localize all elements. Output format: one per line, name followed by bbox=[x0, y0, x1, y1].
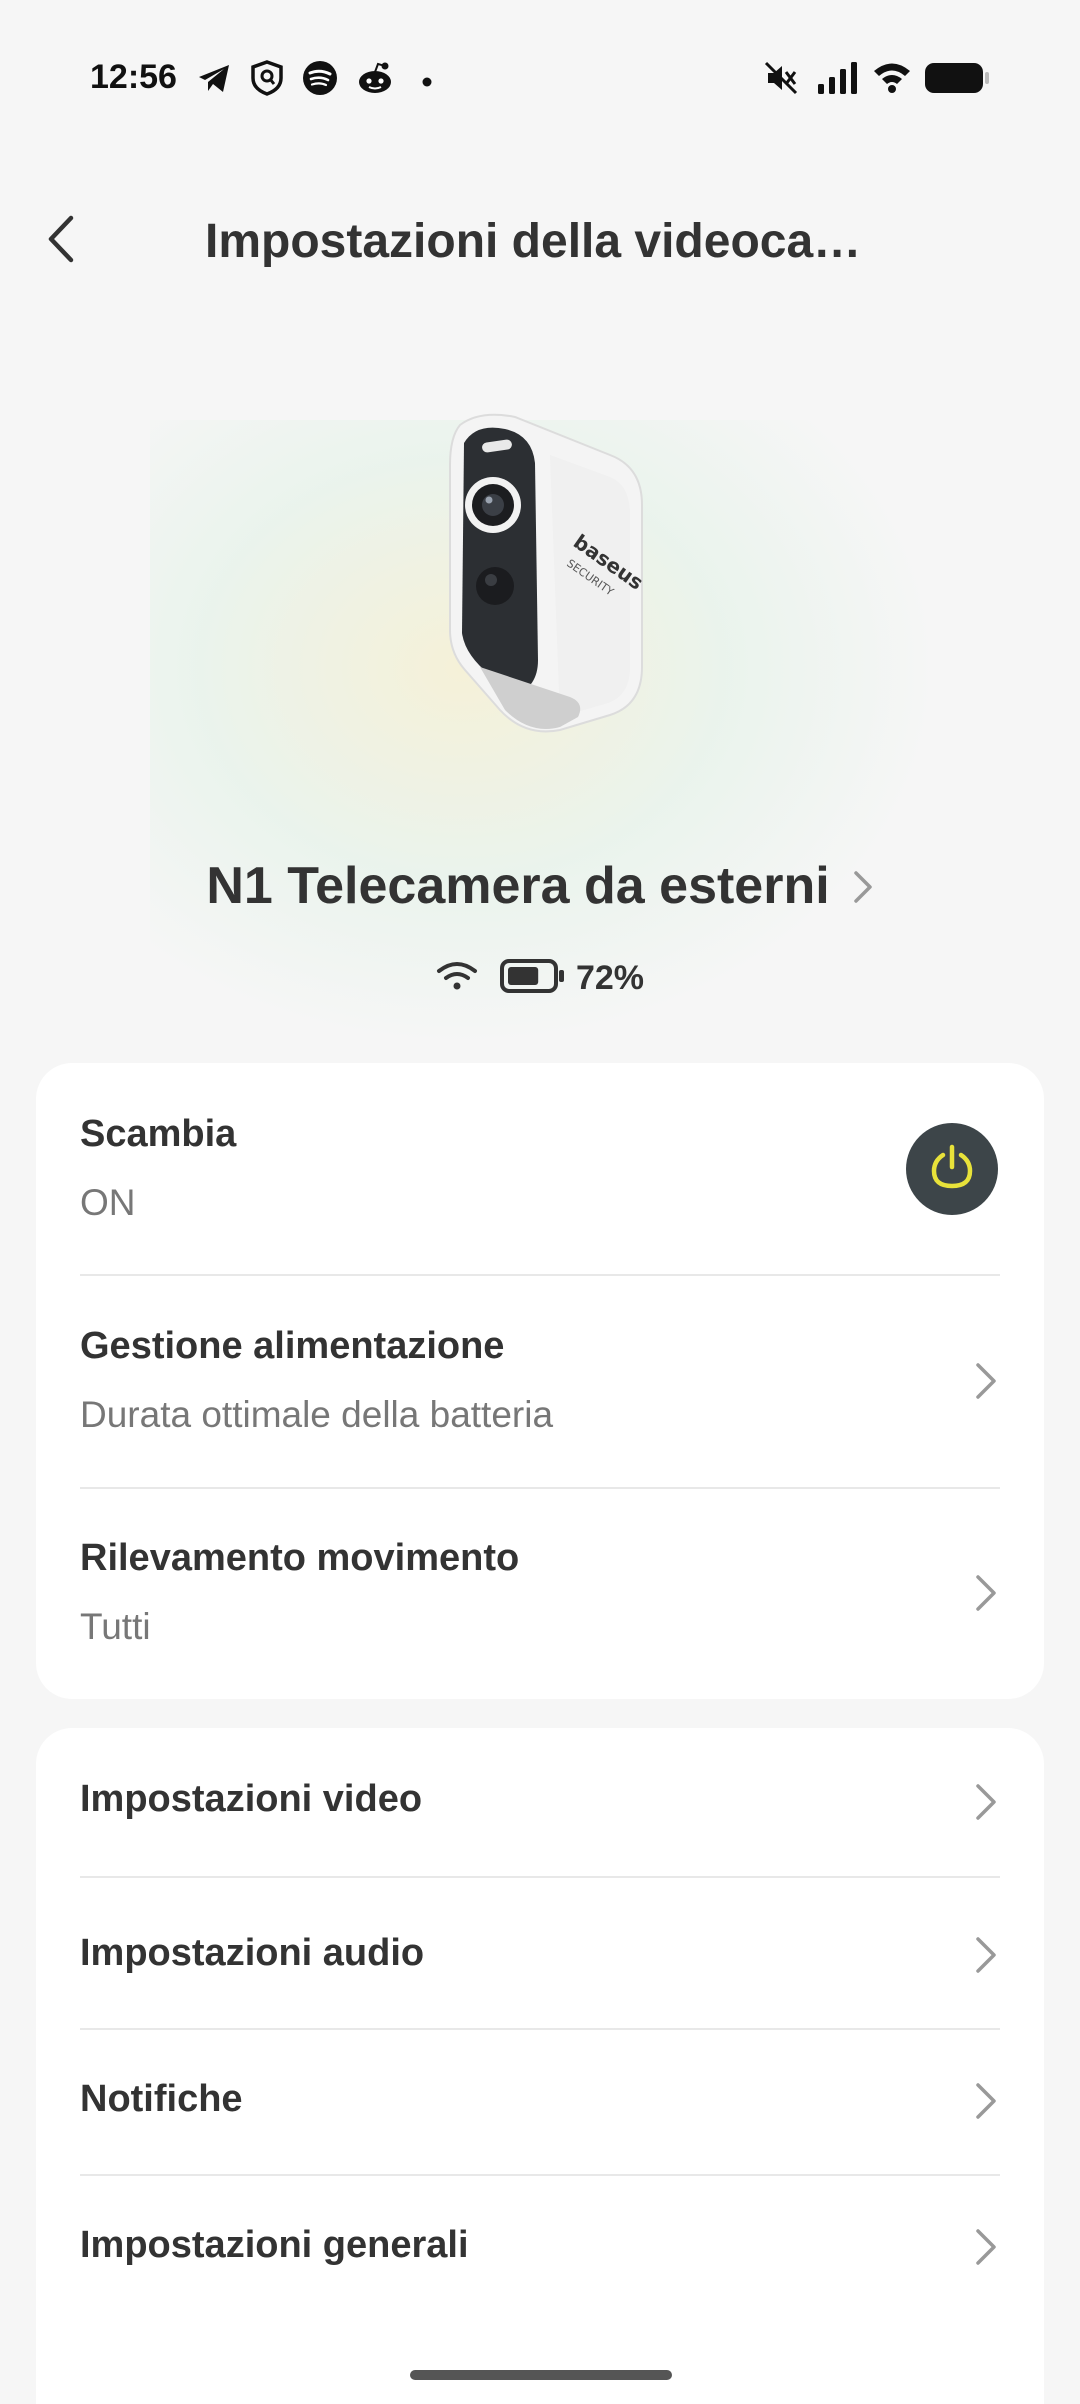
video-settings-title: Impostazioni video bbox=[80, 1778, 423, 1820]
audio-settings-row[interactable]: Impostazioni audio bbox=[80, 1932, 1000, 1975]
shield-icon bbox=[250, 60, 284, 101]
motion-detection-title: Rilevamento movimento bbox=[80, 1537, 520, 1579]
chevron-right-icon bbox=[972, 2227, 1000, 2267]
device-settings-card: Scambia ON Gestione alimentazione Durata… bbox=[36, 1063, 1044, 1699]
mute-icon bbox=[764, 60, 798, 101]
general-settings-title: Impostazioni generali bbox=[80, 2224, 469, 2266]
divider bbox=[80, 1274, 1000, 1276]
general-settings-row[interactable]: Impostazioni generali bbox=[80, 2224, 1000, 2267]
notifications-title: Notifiche bbox=[80, 2078, 243, 2120]
reddit-icon bbox=[356, 60, 394, 101]
device-name: N1 Telecamera da esterni bbox=[206, 857, 830, 915]
device-name-link[interactable]: N1 Telecamera da esterni bbox=[0, 856, 1080, 916]
video-settings-row[interactable]: Impostazioni video bbox=[80, 1778, 1000, 1821]
chevron-left-icon bbox=[46, 214, 76, 269]
motion-detection-value: Tutti bbox=[80, 1606, 151, 1647]
chevron-right-icon bbox=[972, 1935, 1000, 1975]
power-management-row[interactable]: Gestione alimentazione Durata ottimale d… bbox=[80, 1325, 1000, 1436]
page-title: Impostazioni della videoca… bbox=[205, 215, 862, 268]
status-bar: 12:56 bbox=[0, 0, 1080, 160]
chevron-right-icon bbox=[972, 1361, 1000, 1401]
camera-image: baseus SECURITY bbox=[420, 405, 660, 745]
battery-level-icon bbox=[499, 958, 566, 999]
audio-settings-title: Impostazioni audio bbox=[80, 1932, 425, 1974]
chevron-right-icon bbox=[852, 869, 874, 910]
signal-icon bbox=[816, 60, 860, 101]
spotify-icon bbox=[302, 60, 338, 101]
divider bbox=[80, 1876, 1000, 1878]
wifi-signal-icon bbox=[436, 959, 500, 998]
chevron-right-icon bbox=[972, 1573, 1000, 1613]
device-status: 72% bbox=[0, 958, 1080, 999]
switch-row: Scambia ON bbox=[80, 1113, 1000, 1224]
divider bbox=[80, 1487, 1000, 1489]
dot-icon bbox=[422, 74, 432, 92]
wifi-icon bbox=[872, 60, 912, 99]
menu-card: Impostazioni video Impostazioni audio No… bbox=[36, 1728, 1044, 2404]
power-management-title: Gestione alimentazione bbox=[80, 1325, 505, 1367]
chevron-right-icon bbox=[972, 2081, 1000, 2121]
divider bbox=[80, 2028, 1000, 2030]
power-icon bbox=[929, 1143, 975, 1196]
chevron-right-icon bbox=[972, 1782, 1000, 1822]
battery-icon bbox=[924, 60, 990, 101]
power-management-value: Durata ottimale della batteria bbox=[80, 1394, 554, 1435]
telegram-icon bbox=[196, 60, 232, 101]
power-button[interactable] bbox=[906, 1123, 998, 1215]
motion-detection-row[interactable]: Rilevamento movimento Tutti bbox=[80, 1537, 1000, 1648]
switch-value: ON bbox=[80, 1182, 136, 1223]
back-button[interactable] bbox=[36, 208, 86, 274]
home-indicator[interactable] bbox=[410, 2370, 672, 2380]
divider bbox=[80, 2174, 1000, 2176]
battery-percent: 72% bbox=[575, 959, 645, 997]
notifications-row[interactable]: Notifiche bbox=[80, 2078, 1000, 2121]
switch-title: Scambia bbox=[80, 1113, 237, 1155]
status-time: 12:56 bbox=[90, 58, 177, 96]
